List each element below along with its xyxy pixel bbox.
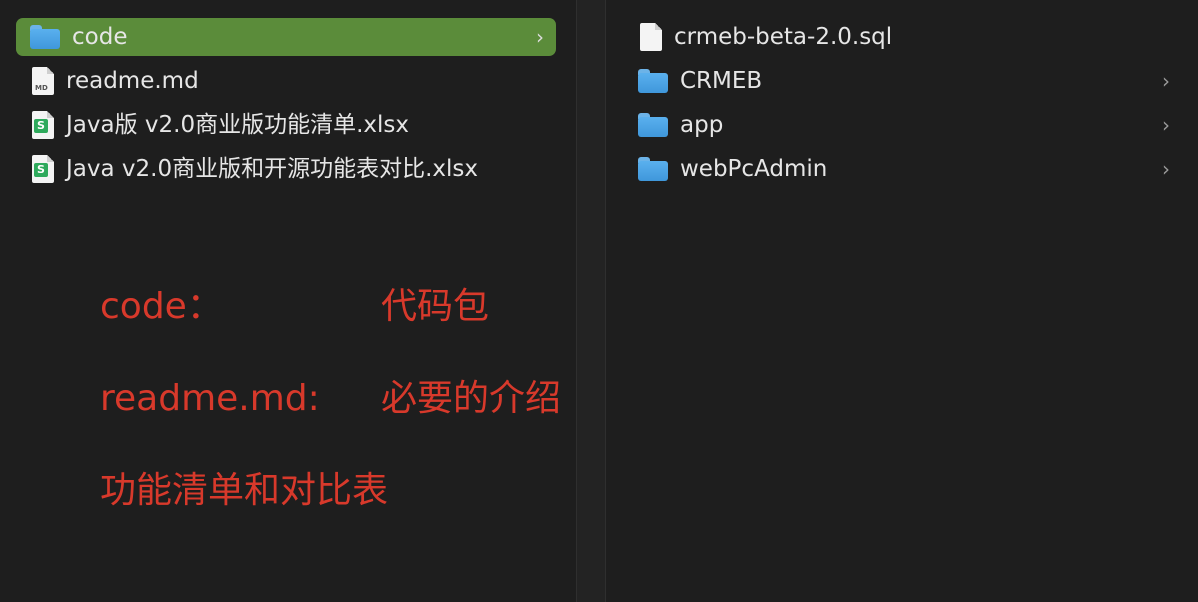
list-item-comparison-xlsx[interactable]: S Java v2.0商业版和开源功能表对比.xlsx (16, 150, 556, 188)
annotation-code-key: code： (100, 286, 223, 327)
chevron-right-icon: › (1162, 157, 1170, 181)
chevron-right-icon: › (536, 25, 544, 49)
item-label: Java v2.0商业版和开源功能表对比.xlsx (66, 156, 478, 182)
item-label: Java版 v2.0商业版功能清单.xlsx (66, 112, 409, 138)
spreadsheet-file-icon: S (32, 111, 54, 139)
list-item-code-folder[interactable]: code › (16, 18, 556, 56)
folder-icon (638, 157, 668, 181)
annotation-code-value: 代码包 (381, 286, 490, 327)
folder-icon (638, 113, 668, 137)
folder-icon (30, 25, 60, 49)
item-label: app (680, 112, 724, 138)
right-column: crmeb-beta-2.0.sql CRMEB › app › webPcAd… (606, 0, 1198, 602)
item-label: crmeb-beta-2.0.sql (674, 24, 893, 50)
folder-icon (638, 69, 668, 93)
list-item-sql-file[interactable]: crmeb-beta-2.0.sql (622, 18, 1182, 56)
list-item-feature-list-xlsx[interactable]: S Java版 v2.0商业版功能清单.xlsx (16, 106, 556, 144)
chevron-right-icon: › (1162, 69, 1170, 93)
item-label: webPcAdmin (680, 156, 828, 182)
document-file-icon (640, 23, 662, 51)
list-item-crmeb-folder[interactable]: CRMEB › (622, 62, 1182, 100)
column-divider[interactable] (576, 0, 606, 602)
left-column: code › MD readme.md S Java版 v2.0商业版功能清单.… (0, 0, 576, 602)
list-item-readme[interactable]: MD readme.md (16, 62, 556, 100)
list-item-webpcadmin-folder[interactable]: webPcAdmin › (622, 150, 1182, 188)
item-label: CRMEB (680, 68, 763, 94)
annotation-tables-note: 功能清单和对比表 (100, 470, 389, 511)
item-label: code (72, 24, 128, 50)
list-item-app-folder[interactable]: app › (622, 106, 1182, 144)
spreadsheet-file-icon: S (32, 155, 54, 183)
annotation-readme-value: 必要的介绍 (381, 378, 562, 419)
chevron-right-icon: › (1162, 113, 1170, 137)
item-label: readme.md (66, 68, 199, 94)
annotation-readme-key: readme.md: (100, 378, 320, 419)
markdown-file-icon: MD (32, 67, 54, 95)
